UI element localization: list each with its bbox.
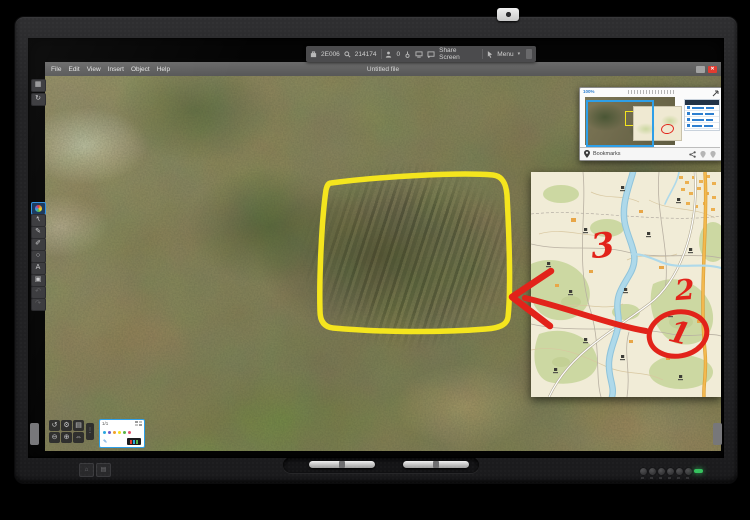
overview-footer: Bookmarks xyxy=(580,147,720,160)
overview-panel: 100% xyxy=(579,87,721,161)
settings-button[interactable]: ⚙ xyxy=(61,420,72,431)
controls-collapse-handle[interactable]: ⋮ xyxy=(86,423,94,440)
menu-view[interactable]: View xyxy=(87,66,101,73)
zoom-in-button[interactable]: ⊕ xyxy=(61,432,72,443)
map-pin-icon xyxy=(584,150,590,158)
hardware-button xyxy=(675,467,684,476)
pen-tray xyxy=(283,457,479,473)
active-ink-swatch[interactable] xyxy=(127,438,141,445)
coordinates-table xyxy=(684,99,720,131)
room-id-badge: 2E006 xyxy=(321,51,340,58)
redo-button[interactable]: ↷ xyxy=(31,298,46,311)
display-icon[interactable] xyxy=(415,51,423,58)
share-nodes-icon[interactable] xyxy=(689,151,696,158)
power-indicator xyxy=(694,469,703,473)
pan-button[interactable]: ⇔ xyxy=(73,432,84,443)
input-hardware-button: ▤ xyxy=(96,463,111,477)
color-swatch[interactable] xyxy=(108,431,111,434)
camera-lens-icon xyxy=(506,12,511,17)
table-row[interactable] xyxy=(685,123,719,129)
briefcase-icon xyxy=(310,51,317,58)
magnifier-icon xyxy=(344,51,351,58)
reset-view-button[interactable]: ↺ xyxy=(49,420,60,431)
menu-help[interactable]: Help xyxy=(157,66,170,73)
pages-grid-icon[interactable] xyxy=(135,421,142,427)
menu-button[interactable]: Menu xyxy=(497,51,513,58)
cast-icon[interactable] xyxy=(427,51,435,58)
waypoint-icon[interactable] xyxy=(700,151,706,158)
apps-grid-button[interactable]: ▦ xyxy=(31,79,46,92)
pen-icon[interactable]: ✎ xyxy=(103,439,107,445)
stylus-pen xyxy=(309,461,375,468)
color-swatch[interactable] xyxy=(118,431,121,434)
stylus-pen xyxy=(403,461,469,468)
color-swatch[interactable] xyxy=(128,431,131,434)
camera-device xyxy=(497,8,519,21)
map-canvas[interactable]: 3 2 1 100% xyxy=(45,76,721,451)
system-toolbar: 2E006 214174 0 Share Screen Menu ▾ xyxy=(306,46,536,62)
viewport-rectangle[interactable] xyxy=(586,100,654,147)
app-titlebar: Untitled file File Edit View Insert Obje… xyxy=(45,62,721,76)
color-swatch[interactable] xyxy=(113,431,116,434)
map-thumbnail xyxy=(585,97,681,145)
menu-object[interactable]: Object xyxy=(131,66,150,73)
hardware-button xyxy=(684,467,693,476)
ink-color-swatches xyxy=(103,431,131,434)
panel-drag-handle[interactable] xyxy=(628,90,674,94)
plug-icon[interactable] xyxy=(404,51,411,58)
session-code-badge: 214174 xyxy=(355,51,377,58)
pointer-icon xyxy=(487,51,493,58)
waypoint-icon[interactable] xyxy=(710,151,716,158)
menu-insert[interactable]: Insert xyxy=(108,66,124,73)
hardware-button xyxy=(639,467,648,476)
layers-button[interactable]: ▤ xyxy=(73,420,84,431)
hardware-button xyxy=(648,467,657,476)
inset-topo-map[interactable] xyxy=(531,172,721,397)
hardware-button xyxy=(666,467,675,476)
close-button[interactable]: ✕ xyxy=(708,66,717,73)
bookmarks-button[interactable]: Bookmarks xyxy=(593,151,621,157)
home-hardware-button: ⌂ xyxy=(79,463,94,477)
ink-toolbar-panel[interactable]: 1/1 ✎ xyxy=(99,419,145,448)
chevron-down-icon[interactable]: ▾ xyxy=(518,51,521,57)
participants-badge: 0 xyxy=(396,51,400,58)
app-window: Untitled file File Edit View Insert Obje… xyxy=(45,62,721,451)
person-icon xyxy=(385,51,392,58)
zoom-out-button[interactable]: ⊖ xyxy=(49,432,60,443)
toolbar-grip-handle[interactable] xyxy=(526,49,532,59)
menu-file[interactable]: File xyxy=(51,66,61,73)
share-screen-button[interactable]: Share Screen xyxy=(439,47,478,61)
screen: 2E006 214174 0 Share Screen Menu ▾ Untit… xyxy=(28,38,724,458)
thumbnail-red-annotation xyxy=(660,123,675,135)
ink-colors-icon xyxy=(35,205,42,212)
page-indicator: 1/1 xyxy=(102,421,108,426)
left-edge-tab[interactable] xyxy=(30,423,39,445)
pin-panel-icon[interactable] xyxy=(712,89,720,97)
hardware-button xyxy=(657,467,666,476)
refresh-button[interactable]: ↻ xyxy=(31,93,46,106)
menu-edit[interactable]: Edit xyxy=(68,66,79,73)
color-swatch[interactable] xyxy=(103,431,106,434)
restore-window-button[interactable] xyxy=(696,66,705,73)
map-control-grid: ↺ ⚙ ▤ ⊖ ⊕ ⇔ xyxy=(49,420,84,443)
right-edge-tab[interactable] xyxy=(713,423,722,445)
color-swatch[interactable] xyxy=(123,431,126,434)
zoom-level: 100% xyxy=(583,89,595,94)
menu-bar: File Edit View Insert Object Help xyxy=(45,66,170,73)
mountain-ridges xyxy=(300,161,525,351)
